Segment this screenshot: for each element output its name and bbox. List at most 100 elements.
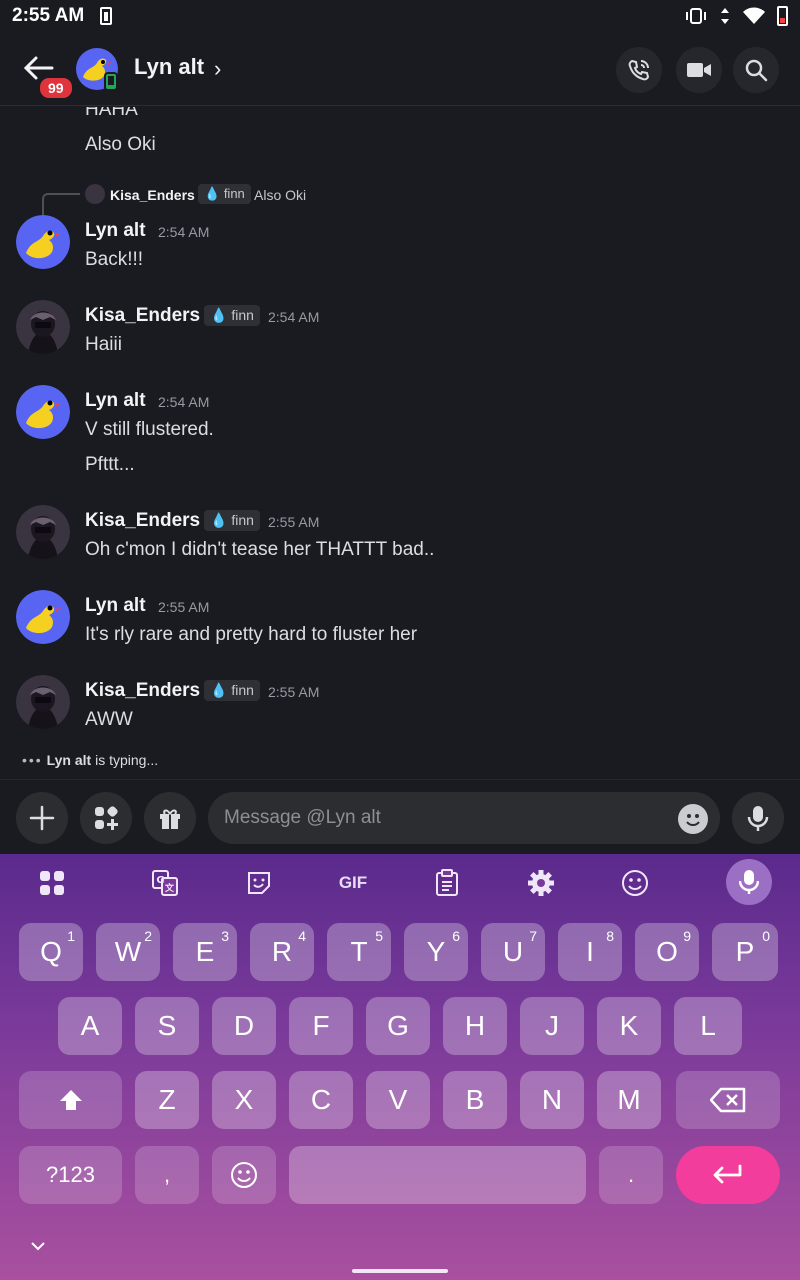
backspace-key[interactable] [676,1071,780,1129]
message-username[interactable]: Kisa_Enders [85,305,200,327]
sticker-icon[interactable] [243,867,275,899]
key-label: U [502,936,524,967]
key-label: Y [426,936,446,967]
shift-icon [59,1090,82,1110]
message-username[interactable]: Lyn alt [85,390,146,412]
key-n[interactable]: N [520,1071,584,1129]
key-j[interactable]: J [520,997,584,1055]
message-text: Back!!! [85,249,144,270]
key-hint: 3 [221,928,229,944]
key-y[interactable]: Y6 [404,923,468,981]
shift-key[interactable] [19,1071,122,1129]
avatar[interactable] [16,300,70,354]
key-m[interactable]: M [597,1071,661,1129]
message-input[interactable] [224,792,664,844]
clipboard-icon[interactable] [431,867,463,899]
key-i[interactable]: I8 [558,923,622,981]
avatar[interactable] [75,47,119,91]
apps-grid-icon[interactable] [36,867,68,899]
emoji-icon[interactable] [619,867,651,899]
avatar[interactable] [16,215,70,269]
key-h[interactable]: H [443,997,507,1055]
settings-gear-icon[interactable] [525,867,557,899]
enter-key[interactable] [676,1146,780,1204]
emoji-icon[interactable] [678,804,708,834]
key-v[interactable]: V [366,1071,430,1129]
key-k[interactable]: K [597,997,661,1055]
message-username[interactable]: Lyn alt [85,595,146,617]
message-username[interactable]: Lyn alt [85,220,146,242]
reply-tag: 💧 finn [198,184,251,204]
phone-icon [628,59,650,81]
key-u[interactable]: U7 [481,923,545,981]
message-timestamp: 2:55 AM [158,599,210,615]
key-d[interactable]: D [212,997,276,1055]
message-text: V still flustered. [85,419,214,440]
user-tag: 💧 finn [204,510,260,531]
gift-button[interactable] [144,792,196,844]
reply-preview[interactable]: Also Oki [254,187,306,203]
key-l[interactable]: L [674,997,742,1055]
status-bar: 2:55 AM [0,0,800,32]
key-f[interactable]: F [289,997,353,1055]
enter-icon [713,1164,742,1184]
avatar[interactable] [16,385,70,439]
keyboard-toolbar: G文 GIF [0,854,800,912]
add-attachment-button[interactable] [16,792,68,844]
voice-message-button[interactable] [732,792,784,844]
key-r[interactable]: R4 [250,923,314,981]
reply-username[interactable]: Kisa_Enders [110,187,195,203]
hide-keyboard-chevron-icon[interactable] [30,1240,46,1252]
backspace-icon [710,1087,746,1113]
message-username[interactable]: Kisa_Enders [85,510,200,532]
typing-indicator: ••• Lyn alt is typing... [22,752,158,768]
key-x[interactable]: X [212,1071,276,1129]
avatar[interactable] [16,590,70,644]
key-label: Q [40,936,62,967]
key-q[interactable]: Q1 [19,923,83,981]
translate-icon[interactable]: G文 [149,867,181,899]
conversation-title[interactable]: Lyn alt [134,54,204,80]
space-key[interactable] [289,1146,586,1204]
period-key[interactable]: . [599,1146,663,1204]
svg-text:G: G [156,875,164,886]
key-c[interactable]: C [289,1071,353,1129]
key-e[interactable]: E3 [173,923,237,981]
key-label: E [195,936,215,967]
emoji-key[interactable] [212,1146,276,1204]
chevron-right-icon[interactable]: › [214,56,221,82]
key-b[interactable]: B [443,1071,507,1129]
key-w[interactable]: W2 [96,923,160,981]
message-input-container[interactable] [208,792,720,844]
gesture-nav-bar[interactable] [352,1269,448,1273]
key-g[interactable]: G [366,997,430,1055]
battery-icon [777,6,788,26]
avatar[interactable] [16,505,70,559]
message-list[interactable]: HAHA Also Oki Kisa_Enders 💧 finn Also Ok… [0,107,800,779]
message-username[interactable]: Kisa_Enders [85,680,200,702]
gif-button[interactable]: GIF [333,867,373,899]
avatar[interactable] [16,675,70,729]
voice-call-button[interactable] [616,47,662,93]
key-s[interactable]: S [135,997,199,1055]
key-label: R [271,936,293,967]
key-hint: 0 [762,928,770,944]
video-call-button[interactable] [676,47,722,93]
key-hint: 5 [375,928,383,944]
message-text: Pfttt... [85,454,135,475]
apps-button[interactable] [80,792,132,844]
comma-key[interactable]: , [135,1146,199,1204]
key-hint: 8 [606,928,614,944]
key-z[interactable]: Z [135,1071,199,1129]
key-t[interactable]: T5 [327,923,391,981]
search-button[interactable] [733,47,779,93]
message-text: It's rly rare and pretty hard to fluster… [85,624,418,645]
symbols-key[interactable]: ?123 [19,1146,122,1204]
message-input-bar [0,779,800,854]
plus-icon [29,805,55,831]
voice-typing-button[interactable] [726,859,772,905]
key-o[interactable]: O9 [635,923,699,981]
key-p[interactable]: P0 [712,923,778,981]
typing-dots-icon: ••• [22,752,43,768]
key-a[interactable]: A [58,997,122,1055]
